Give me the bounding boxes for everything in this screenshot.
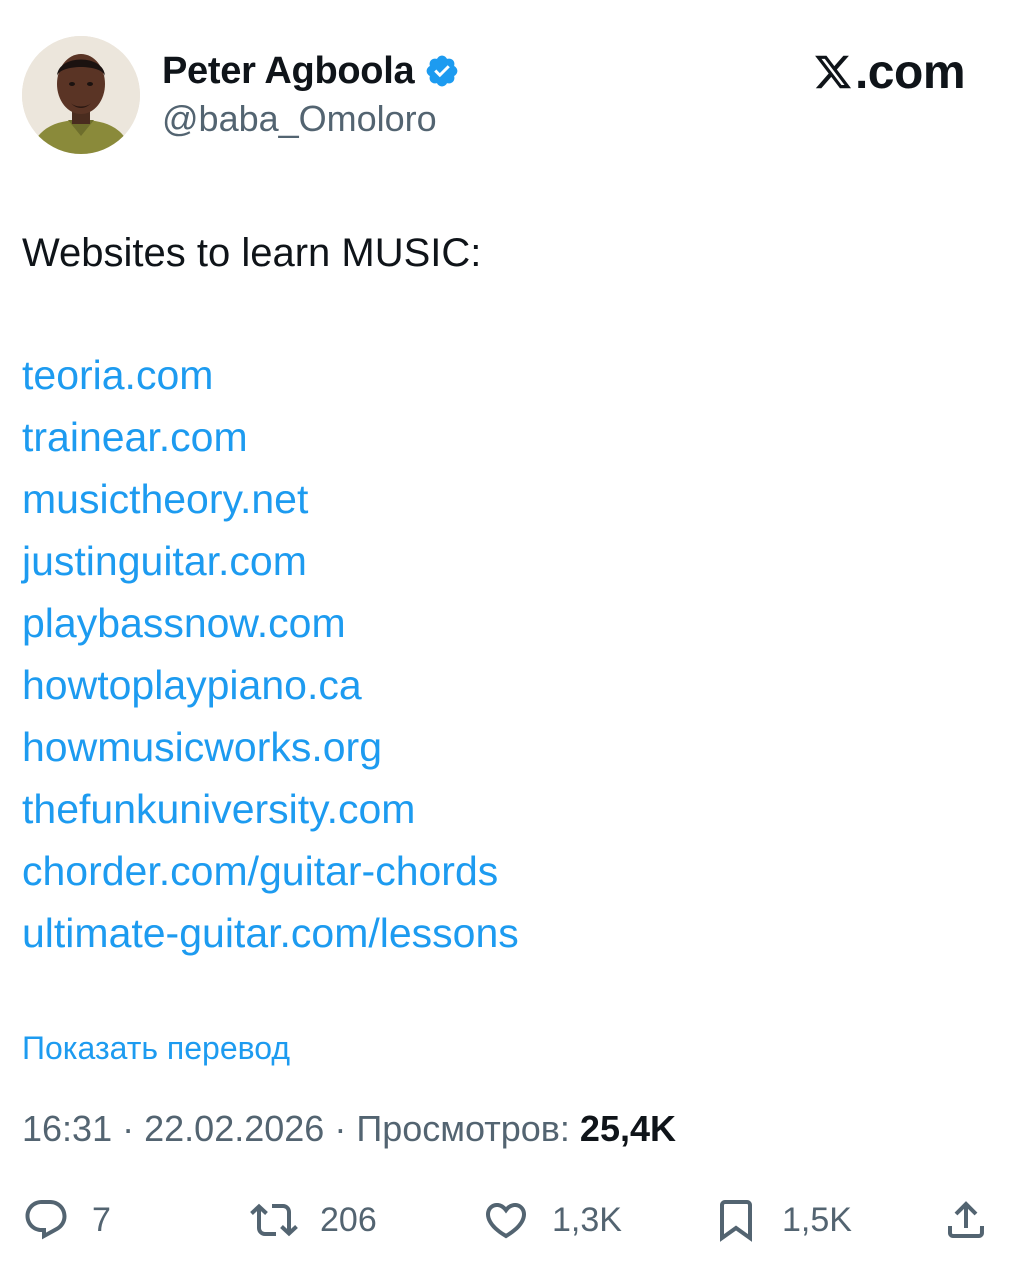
- tweet-text: Websites to learn MUSIC:: [22, 231, 482, 275]
- author-handle[interactable]: @baba_Omoloro: [162, 98, 437, 140]
- like-button[interactable]: 1,3K: [482, 1190, 622, 1250]
- tweet-link[interactable]: howmusicworks.org: [22, 716, 519, 778]
- repost-icon: [250, 1203, 298, 1237]
- heart-icon: [485, 1203, 527, 1239]
- reply-icon: [25, 1200, 67, 1240]
- reply-count: 7: [92, 1200, 111, 1239]
- site-logo: .com: [813, 42, 966, 102]
- tweet-date[interactable]: 22.02.2026: [144, 1108, 324, 1149]
- repost-count: 206: [320, 1200, 377, 1239]
- share-button[interactable]: [942, 1190, 990, 1250]
- meta-separator: ·: [334, 1108, 347, 1149]
- tweet-link[interactable]: trainear.com: [22, 406, 519, 468]
- action-bar: 7 206 1,3K 1,5K: [0, 1190, 1013, 1250]
- bookmark-button[interactable]: 1,5K: [712, 1190, 852, 1250]
- tweet-link[interactable]: ultimate-guitar.com/lessons: [22, 902, 519, 964]
- author-name-row: Peter Agboola: [162, 46, 460, 96]
- meta-separator: ·: [122, 1108, 135, 1149]
- tweet-meta: 16:31 · 22.02.2026 · Просмотров: 25,4K: [22, 1108, 676, 1150]
- share-icon: [948, 1201, 984, 1238]
- tweet-link[interactable]: howtoplaypiano.ca: [22, 654, 519, 716]
- views-label: Просмотров:: [356, 1108, 570, 1149]
- author-avatar[interactable]: [22, 36, 140, 154]
- author-name[interactable]: Peter Agboola: [162, 50, 415, 93]
- verified-badge-icon: [426, 55, 458, 87]
- tweet-link[interactable]: playbassnow.com: [22, 592, 519, 654]
- like-count: 1,3K: [552, 1200, 622, 1239]
- bookmark-count: 1,5K: [782, 1200, 852, 1239]
- show-translation-link[interactable]: Показать перевод: [22, 1030, 290, 1067]
- tweet-link[interactable]: thefunkuniversity.com: [22, 778, 519, 840]
- logo-text: .com: [854, 45, 966, 99]
- avatar-photo: [22, 36, 140, 154]
- tweet-link[interactable]: musictheory.net: [22, 468, 519, 530]
- tweet-link[interactable]: chorder.com/guitar-chords: [22, 840, 519, 902]
- link-list: teoria.com trainear.com musictheory.net …: [22, 344, 519, 964]
- x-logo-icon: [815, 55, 852, 89]
- views-count: 25,4K: [579, 1108, 676, 1149]
- repost-button[interactable]: 206: [250, 1190, 377, 1250]
- tweet-link[interactable]: justinguitar.com: [22, 530, 519, 592]
- tweet-time[interactable]: 16:31: [22, 1108, 112, 1149]
- tweet-link[interactable]: teoria.com: [22, 344, 519, 406]
- reply-button[interactable]: 7: [22, 1190, 111, 1250]
- bookmark-icon: [720, 1200, 752, 1242]
